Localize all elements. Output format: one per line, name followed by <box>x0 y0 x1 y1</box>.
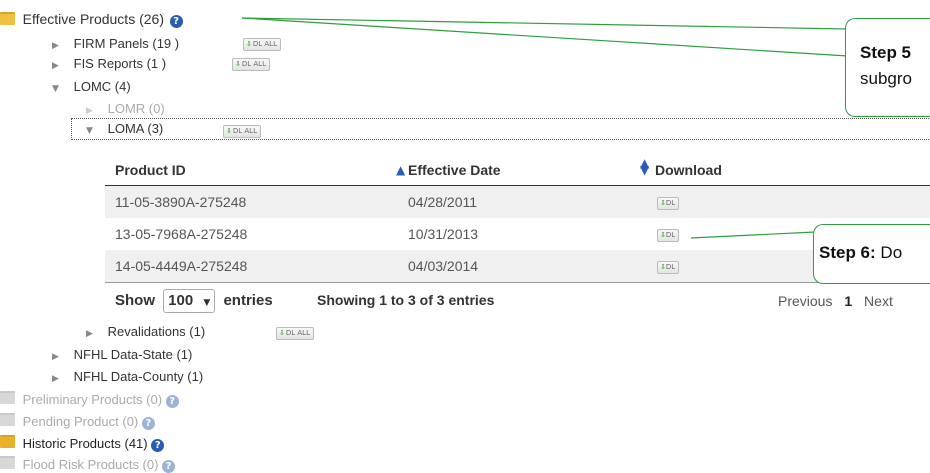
folder-icon <box>0 413 15 426</box>
table-footer-rule <box>105 282 930 283</box>
download-icon: ⇩ <box>235 60 241 68</box>
download-icon: ⇩ <box>279 329 285 337</box>
collapsed-arrow-icon: ▶ <box>86 106 93 116</box>
download-button[interactable]: ⇩DL <box>657 196 680 210</box>
table-info: Showing 1 to 3 of 3 entries <box>317 292 495 308</box>
download-cell: ⇩DL <box>657 250 680 282</box>
dl-all-button[interactable]: ⇩DL ALL <box>223 125 261 138</box>
effective-products-label: Effective Products (26) <box>22 11 164 27</box>
folder-icon <box>0 435 15 448</box>
expanded-arrow-icon[interactable]: ▼ <box>86 126 100 136</box>
download-button[interactable]: ⇩DL <box>657 228 680 242</box>
folder-icon <box>0 391 15 404</box>
open-folder-icon <box>0 12 15 25</box>
table-row: 13-05-7968A-275248 10/31/2013 ⇩DL <box>105 218 930 250</box>
nfhl-state-label: NFHL Data-State (1) <box>73 347 193 362</box>
folder-icon <box>0 456 15 469</box>
dl-all-button[interactable]: ⇩DL ALL <box>243 38 281 51</box>
next-button[interactable]: Next <box>864 293 893 309</box>
callout-step-6-title: Step 6: <box>819 243 876 262</box>
pending-product-label: Pending Product (0) <box>22 414 139 429</box>
column-header-download[interactable]: Download <box>655 154 722 186</box>
product-id-cell: 13-05-7968A-275248 <box>115 226 248 242</box>
download-icon: ⇩ <box>246 40 252 48</box>
column-header-effective-date[interactable]: Effective Date <box>408 154 501 186</box>
tree-node-flood-risk-products[interactable]: Flood Risk Products (0) ? <box>0 456 176 473</box>
pagination: Previous 1 Next <box>778 293 893 309</box>
tree-node-loma-selected[interactable] <box>71 118 930 140</box>
tree-node-revalidations[interactable]: ▶ Revalidations (1) <box>86 324 205 339</box>
callout-step-5-text: subgro <box>860 69 912 88</box>
tree-node-nfhl-state[interactable]: ▶ NFHL Data-State (1) <box>52 347 192 362</box>
show-label: Show <box>115 292 155 309</box>
tree-node-preliminary-products[interactable]: Preliminary Products (0) ? <box>0 391 179 408</box>
tree-node-fis-reports[interactable]: ▶ FIS Reports (1 ) <box>52 56 166 71</box>
historic-products-label: Historic Products (41) <box>22 436 148 451</box>
fis-reports-label: FIS Reports (1 ) <box>73 56 167 71</box>
tree-node-effective-products[interactable]: Effective Products (26) ? <box>0 11 183 28</box>
callout-step-6-text: Do <box>880 243 903 262</box>
dl-all-button[interactable]: ⇩DL ALL <box>276 327 314 340</box>
tree-node-lomc[interactable]: ▼ LOMC (4) <box>52 79 131 94</box>
nfhl-county-label: NFHL Data-County (1) <box>73 369 204 384</box>
help-icon[interactable]: ? <box>169 15 183 28</box>
collapsed-arrow-icon[interactable]: ▶ <box>52 41 66 51</box>
tree-node-historic-products[interactable]: Historic Products (41) ? <box>0 435 165 452</box>
effective-date-cell: 04/03/2014 <box>408 258 479 274</box>
preliminary-products-label: Preliminary Products (0) <box>22 392 163 407</box>
collapsed-arrow-icon[interactable]: ▶ <box>52 61 66 71</box>
loma-label: LOMA (3) <box>107 121 164 136</box>
help-icon[interactable]: ? <box>141 417 155 430</box>
entries-select[interactable]: 100 ▼ <box>163 289 216 313</box>
product-id-cell: 14-05-4449A-275248 <box>115 258 248 274</box>
help-icon[interactable]: ? <box>165 395 179 408</box>
entries-label: entries <box>223 292 273 309</box>
effective-date-cell: 04/28/2011 <box>408 194 478 210</box>
download-button[interactable]: ⇩DL <box>657 260 680 274</box>
previous-button[interactable]: Previous <box>778 293 832 309</box>
help-icon[interactable]: ? <box>162 460 176 473</box>
help-icon[interactable]: ? <box>151 439 165 452</box>
download-icon: ⇩ <box>226 127 232 135</box>
download-cell: ⇩DL <box>657 186 680 218</box>
table-row: 14-05-4449A-275248 04/03/2014 ⇩DL <box>105 250 930 282</box>
collapsed-arrow-icon[interactable]: ▶ <box>86 329 100 339</box>
page-1-button[interactable]: 1 <box>844 293 852 309</box>
expanded-arrow-icon[interactable]: ▼ <box>52 84 66 94</box>
entries-control: Show 100 ▼ entries <box>115 289 273 313</box>
collapsed-arrow-icon[interactable]: ▶ <box>52 352 66 362</box>
product-id-cell: 11-05-3890A-275248 <box>115 194 247 210</box>
dl-all-button[interactable]: ⇩DL ALL <box>232 58 270 71</box>
sort-ascending-icon[interactable]: ▲ <box>396 163 405 177</box>
tree-node-loma[interactable]: ▼ LOMA (3) <box>86 121 163 136</box>
firm-panels-label: FIRM Panels (19 ) <box>73 36 180 51</box>
callout-step-6-content: Step 6: Do <box>819 243 902 263</box>
tree-node-lomr: ▶ LOMR (0) <box>86 101 165 116</box>
lomc-label: LOMC (4) <box>73 79 131 94</box>
callout-step-5-title: Step 5 <box>860 43 912 62</box>
table-row: 11-05-3890A-275248 04/28/2011 ⇩DL <box>105 186 930 218</box>
chevron-down-icon: ▼ <box>203 298 211 308</box>
callout-step-6: Step 6: Do <box>813 224 930 284</box>
flood-risk-products-label: Flood Risk Products (0) <box>22 457 159 472</box>
download-cell: ⇩DL <box>657 218 680 250</box>
sort-both-icon[interactable]: ▲ ▼ <box>640 157 649 176</box>
callout-step-5: Step 5 subgro <box>845 18 930 117</box>
tree-node-firm-panels[interactable]: ▶ FIRM Panels (19 ) <box>52 36 179 51</box>
effective-date-cell: 10/31/2013 <box>408 226 479 242</box>
lomr-label: LOMR (0) <box>107 101 165 116</box>
revalidations-label: Revalidations (1) <box>107 324 206 339</box>
column-header-product-id[interactable]: Product ID <box>115 154 186 186</box>
tree-node-nfhl-county[interactable]: ▶ NFHL Data-County (1) <box>52 369 203 384</box>
collapsed-arrow-icon[interactable]: ▶ <box>52 374 66 384</box>
tree-node-pending-product[interactable]: Pending Product (0) ? <box>0 413 155 430</box>
